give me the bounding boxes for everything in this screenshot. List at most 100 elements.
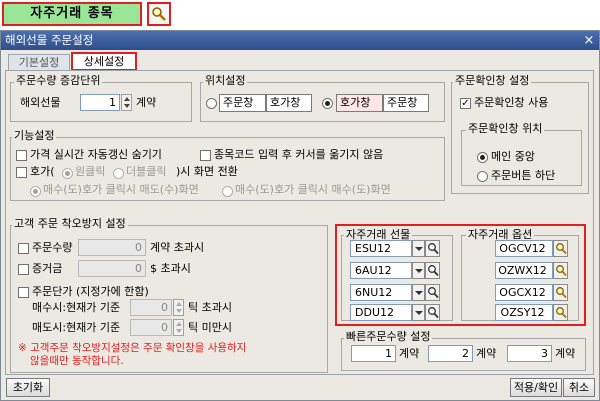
sell-limit-suffix: 틱 미만시 bbox=[188, 321, 232, 334]
magnifier-icon bbox=[556, 307, 567, 319]
keep-cursor-label: 종목코드 입력 후 커서를 옮기지 않음 bbox=[214, 148, 384, 161]
reset-button[interactable]: 초기화 bbox=[6, 378, 50, 397]
quick-qty-3-unit: 계약 bbox=[555, 347, 576, 360]
magnifier-icon bbox=[556, 243, 567, 255]
position-radio-1[interactable] bbox=[206, 98, 217, 109]
position-legend: 위치설정 bbox=[203, 74, 248, 87]
options-search-4[interactable] bbox=[553, 304, 568, 321]
confirm-legend: 주문확인창 설정 bbox=[453, 74, 532, 87]
confirm-position-legend: 주문확인창 위치 bbox=[466, 122, 545, 135]
prevent-legend: 고객 주문 착오방지 설정 bbox=[12, 217, 128, 230]
confirm-pos-center-radio[interactable] bbox=[477, 152, 488, 163]
margin-limit-checkbox[interactable] bbox=[18, 264, 29, 275]
options-search-1[interactable] bbox=[553, 240, 568, 257]
futures-dropdown-4[interactable] bbox=[412, 304, 425, 321]
apply-button[interactable]: 적용/확인 bbox=[510, 378, 562, 397]
magnifier-icon bbox=[556, 265, 567, 277]
futures-search-2[interactable] bbox=[425, 262, 440, 279]
favorite-search-button[interactable] bbox=[147, 2, 171, 26]
confirm-pos-center-label: 메인 중앙 bbox=[491, 150, 535, 163]
screen-opt1-radio[interactable] bbox=[30, 186, 41, 197]
margin-limit-suffix: $ 초과시 bbox=[150, 262, 191, 275]
position-opt2-order: 주문창 bbox=[383, 94, 429, 112]
magnifier-icon bbox=[428, 265, 439, 277]
order-unit-input[interactable]: 1 bbox=[80, 94, 120, 111]
price-limit-checkbox[interactable] bbox=[18, 287, 29, 298]
options-search-3[interactable] bbox=[553, 284, 568, 301]
qty-limit-input[interactable]: 0 bbox=[78, 239, 146, 256]
magnifier-icon bbox=[428, 287, 439, 299]
qty-limit-checkbox[interactable] bbox=[18, 243, 29, 254]
prevent-warning-line1: ※ 고객주문 착오방지설정은 주문 확인창을 사용하지 bbox=[18, 342, 247, 354]
magnifier-icon bbox=[428, 307, 439, 319]
position-opt1-hoga: 호가창 bbox=[266, 94, 312, 112]
quick-qty-1-unit: 계약 bbox=[399, 347, 420, 360]
hoga-switch-checkbox[interactable] bbox=[16, 167, 27, 178]
futures-item-2[interactable]: 6AU12 bbox=[350, 262, 412, 279]
sell-limit-spinner[interactable] bbox=[173, 319, 184, 336]
hoga-switch-suffix: )시 화면 전환 bbox=[176, 165, 238, 178]
options-item-3[interactable]: OGCX12 bbox=[495, 284, 553, 301]
futures-search-1[interactable] bbox=[425, 240, 440, 257]
quick-qty-3[interactable]: 3 bbox=[507, 345, 552, 362]
futures-search-3[interactable] bbox=[425, 284, 440, 301]
order-unit-label: 해외선물 bbox=[20, 96, 61, 109]
position-radio-2[interactable] bbox=[322, 98, 333, 109]
futures-item-4[interactable]: DDU12 bbox=[350, 304, 412, 321]
futures-search-4[interactable] bbox=[425, 304, 440, 321]
screen-opt2-label: 매수(도)호가 클릭시 매수(도)화면 bbox=[235, 183, 391, 196]
hoga-switch-label: 호가( bbox=[30, 165, 55, 178]
confirm-use-label: 주문확인창 사용 bbox=[474, 96, 549, 109]
close-icon[interactable]: × bbox=[582, 34, 596, 48]
confirm-use-checkbox[interactable]: ✓ bbox=[460, 98, 471, 109]
hide-realtime-label: 가격 실시간 자동갱신 숨기기 bbox=[30, 148, 162, 161]
margin-limit-input[interactable]: 0 bbox=[78, 260, 146, 277]
double-click-label: 더블클릭 bbox=[126, 165, 167, 178]
buy-limit-spinner[interactable] bbox=[173, 299, 184, 316]
qty-limit-suffix: 계약 초과시 bbox=[150, 241, 205, 254]
futures-dropdown-1[interactable] bbox=[412, 240, 425, 257]
hide-realtime-checkbox[interactable] bbox=[16, 150, 27, 161]
sell-limit-input[interactable]: 0 bbox=[130, 319, 172, 336]
margin-limit-label: 증거금 bbox=[32, 262, 63, 275]
tab-basic-settings[interactable]: 기본설정 bbox=[8, 54, 70, 71]
prevent-warning-line2: 않을때만 동작합니다. bbox=[30, 355, 124, 367]
order-unit-suffix: 계약 bbox=[136, 96, 157, 109]
function-legend: 기능설정 bbox=[12, 129, 57, 142]
futures-item-1[interactable]: ESU12 bbox=[350, 240, 412, 257]
order-unit-legend: 주문수량 증감단위 bbox=[14, 74, 103, 87]
buy-limit-suffix: 틱 초과시 bbox=[188, 301, 232, 314]
buy-limit-input[interactable]: 0 bbox=[130, 299, 172, 316]
screen-opt1-label: 매수(도)호가 클릭시 매도(수)화면 bbox=[43, 183, 199, 196]
position-opt1-order: 주문창 bbox=[219, 94, 266, 112]
qty-limit-label: 주문수량 bbox=[32, 241, 73, 254]
one-click-radio[interactable] bbox=[62, 168, 73, 179]
keep-cursor-checkbox[interactable] bbox=[200, 150, 211, 161]
sell-limit-label: 매도시:현재가 기준 bbox=[32, 321, 121, 334]
buy-limit-label: 매수시:현재가 기준 bbox=[32, 301, 121, 314]
double-click-radio[interactable] bbox=[113, 168, 124, 179]
futures-dropdown-3[interactable] bbox=[412, 284, 425, 301]
magnifier-icon bbox=[556, 287, 567, 299]
futures-item-3[interactable]: 6NU12 bbox=[350, 284, 412, 301]
confirm-pos-bottom-radio[interactable] bbox=[477, 171, 488, 182]
window-title: 해외선물 주문설정 bbox=[1, 31, 599, 50]
screen-opt2-radio[interactable] bbox=[222, 186, 233, 197]
options-item-2[interactable]: OZWX12 bbox=[495, 262, 553, 279]
options-item-4[interactable]: OZSY12 bbox=[495, 304, 553, 321]
quick-qty-2[interactable]: 2 bbox=[428, 345, 473, 362]
confirm-pos-bottom-label: 주문버튼 하단 bbox=[491, 169, 556, 182]
position-opt2-hoga: 호가창 bbox=[336, 94, 383, 112]
futures-dropdown-2[interactable] bbox=[412, 262, 425, 279]
tab-detail-settings[interactable]: 상세설정 bbox=[71, 52, 137, 71]
quick-qty-1[interactable]: 1 bbox=[351, 345, 396, 362]
one-click-label: 원클릭 bbox=[75, 165, 106, 178]
options-search-2[interactable] bbox=[553, 262, 568, 279]
quick-qty-2-unit: 계약 bbox=[476, 347, 497, 360]
cancel-button[interactable]: 취소 bbox=[563, 378, 595, 397]
order-unit-spinner[interactable] bbox=[121, 94, 132, 111]
magnifier-icon bbox=[152, 7, 166, 21]
magnifier-icon bbox=[428, 243, 439, 255]
favorite-items-title: 자주거래 종목 bbox=[2, 2, 142, 26]
options-item-1[interactable]: OGCV12 bbox=[495, 240, 553, 257]
